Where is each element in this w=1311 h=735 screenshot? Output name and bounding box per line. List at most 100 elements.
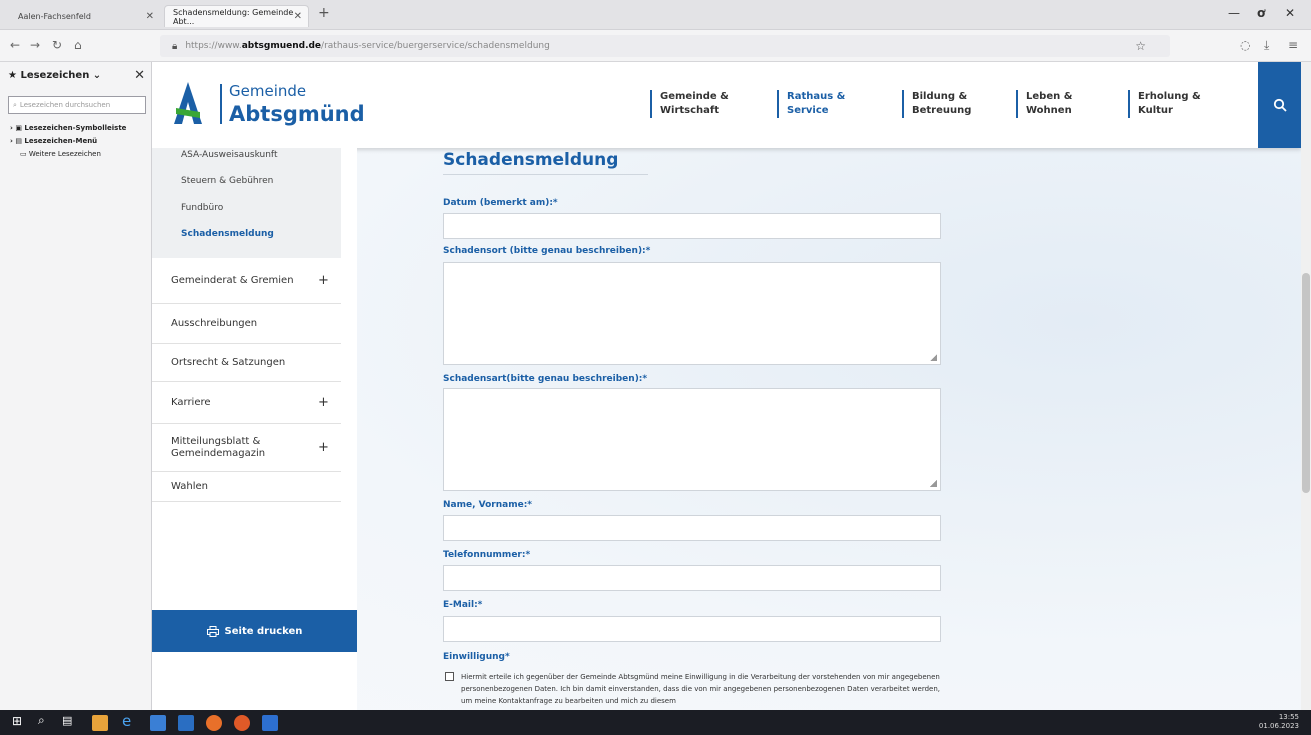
nav-leben-wohnen[interactable]: Leben & Wohnen xyxy=(1016,90,1072,118)
bookmark-folder-toolbar[interactable]: › ▣ Lesezeichen-Symbolleiste xyxy=(10,124,126,132)
window-close-icon[interactable]: ✕ xyxy=(1285,6,1295,20)
page-title: Schadensmeldung xyxy=(443,150,619,170)
bookmarks-search-input[interactable]: ⌕ Lesezeichen durchsuchen xyxy=(8,96,146,114)
subnav-buergerservice: ASA-Ausweisauskunft Steuern & Gebühren F… xyxy=(152,148,341,258)
firefox-icon[interactable] xyxy=(234,715,250,731)
tab-schadensmeldung[interactable]: Schadensmeldung: Gemeinde Abt... ✕ xyxy=(164,5,309,27)
nav-gemeinde-wirtschaft[interactable]: Gemeinde & Wirtschaft xyxy=(650,90,729,118)
subnav-item-steuern[interactable]: Steuern & Gebühren xyxy=(181,176,273,186)
url-path: /rathaus-service/buergerservice/schadens… xyxy=(321,41,550,51)
bookmark-label: Lesezeichen-Symbolleiste xyxy=(24,124,127,132)
clock[interactable]: 13:55 01.06.2023 xyxy=(1259,713,1299,731)
nav-erholung-kultur[interactable]: Erholung & Kultur xyxy=(1128,90,1201,118)
printer-icon xyxy=(206,625,219,637)
menu-label: Mitteilungsblatt & Gemeindemagazin xyxy=(171,435,266,459)
bookmarks-title: Lesezeichen xyxy=(20,70,90,81)
resize-handle-icon[interactable] xyxy=(930,480,937,487)
print-page-button[interactable]: Seite drucken xyxy=(152,610,357,652)
bookmark-star-icon[interactable]: ☆ xyxy=(1135,39,1146,53)
menu-gemeinderat[interactable]: Gemeinderat & Gremien + xyxy=(152,258,341,304)
task-view-icon[interactable]: ▤ xyxy=(62,714,78,730)
tab-bar: Aalen-Fachsenfeld ✕ Schadensmeldung: Gem… xyxy=(0,0,1311,30)
damage-type-textarea[interactable] xyxy=(443,388,941,491)
website: Gemeinde Abtsgmünd Gemeinde & Wirtschaft… xyxy=(152,62,1311,710)
taskbar: ⊞ ⌕ ▤ e 13:55 01.06.2023 xyxy=(0,710,1311,735)
forward-icon[interactable]: → xyxy=(30,38,40,52)
bookmark-folder-menu[interactable]: › ▤ Lesezeichen-Menü xyxy=(10,137,97,145)
damage-type-label: Schadensart(bitte genau beschreiben):* xyxy=(443,374,648,384)
phone-label: Telefonnummer:* xyxy=(443,550,531,560)
subnav-item-fundbuero[interactable]: Fundbüro xyxy=(181,203,223,213)
site-header: Gemeinde Abtsgmünd Gemeinde & Wirtschaft… xyxy=(152,62,1301,148)
scrollbar-thumb[interactable] xyxy=(1302,273,1310,493)
logo-icon[interactable] xyxy=(172,82,204,124)
nav-bar: ← → ↻ ⌂ 🔒︎ https://www. abtsgmuend.de/rat… xyxy=(0,30,1311,62)
bookmark-folder-other[interactable]: ▭ Weitere Lesezeichen xyxy=(20,150,101,158)
logo-divider xyxy=(220,84,222,124)
pocket-icon[interactable]: ◌ xyxy=(1240,38,1250,52)
consent-text: Hiermit erteile ich gegenüber der Gemein… xyxy=(461,673,940,705)
outlook-icon[interactable] xyxy=(178,715,194,731)
expand-plus-icon[interactable]: + xyxy=(318,440,329,455)
name-label: Name, Vorname:* xyxy=(443,500,533,510)
location-label: Schadensort (bitte genau beschreiben):* xyxy=(443,246,651,256)
minimize-icon[interactable]: — xyxy=(1228,6,1240,20)
expand-plus-icon[interactable]: + xyxy=(318,395,329,410)
menu-label: Karriere xyxy=(171,397,211,408)
edge-browser-icon[interactable]: e xyxy=(122,712,138,730)
reload-icon[interactable]: ↻ xyxy=(52,38,62,52)
tab-label: Aalen-Fachsenfeld xyxy=(18,11,91,21)
back-icon[interactable]: ← xyxy=(10,38,20,52)
url-domain: abtsgmuend.de xyxy=(241,41,322,51)
date-label: Datum (bemerkt am):* xyxy=(443,198,558,208)
tab-label: Schadensmeldung: Gemeinde Abt... xyxy=(173,7,294,26)
email-field[interactable] xyxy=(443,616,941,642)
nav-bildung-betreuung[interactable]: Bildung & Betreuung xyxy=(902,90,971,118)
menu-ausschreibungen[interactable]: Ausschreibungen xyxy=(152,304,341,344)
logo-text-abtsgmuend: Abtsgmünd xyxy=(229,102,365,126)
resize-handle-icon[interactable] xyxy=(930,354,937,361)
sidebar-close-icon[interactable]: ✕ xyxy=(134,68,145,83)
subnav-item-schadensmeldung[interactable]: Schadensmeldung xyxy=(181,229,274,239)
search-icon xyxy=(1273,98,1287,112)
location-textarea[interactable] xyxy=(443,262,941,365)
menu-wahlen[interactable]: Wahlen xyxy=(152,472,341,502)
tab-close-icon[interactable]: ✕ xyxy=(146,11,154,22)
bookmark-label: Weitere Lesezeichen xyxy=(28,150,101,158)
name-field[interactable] xyxy=(443,515,941,541)
date-field[interactable] xyxy=(443,213,941,239)
expand-plus-icon[interactable]: + xyxy=(318,273,329,288)
consent-checkbox[interactable] xyxy=(445,672,454,681)
menu-label: Wahlen xyxy=(171,481,208,492)
clock-time: 13:55 xyxy=(1278,713,1299,721)
windows-start-icon[interactable]: ⊞ xyxy=(12,714,28,730)
bookmark-label: Lesezeichen-Menü xyxy=(24,137,98,145)
url-bar[interactable]: 🔒︎ https://www. abtsgmuend.de/rathaus-ser… xyxy=(160,35,1170,57)
app-icon[interactable] xyxy=(262,715,278,731)
menu-label: Ausschreibungen xyxy=(171,318,258,329)
app-icon[interactable] xyxy=(206,715,222,731)
site-search-button[interactable] xyxy=(1258,62,1301,148)
menu-karriere[interactable]: Karriere + xyxy=(152,382,341,424)
new-tab-icon[interactable]: + xyxy=(318,5,330,21)
subnav-item-asa[interactable]: ASA-Ausweisauskunft xyxy=(181,150,277,160)
bookmarks-header[interactable]: ★ Lesezeichen ⌄ xyxy=(8,70,101,81)
download-icon[interactable]: ⤓ xyxy=(1264,38,1269,53)
app-icon[interactable] xyxy=(92,715,108,731)
home-icon[interactable]: ⌂ xyxy=(74,38,82,52)
logo-text-gemeinde: Gemeinde xyxy=(229,82,307,100)
title-divider xyxy=(443,174,648,175)
menu-mitteilungsblatt[interactable]: Mitteilungsblatt & Gemeindemagazin + xyxy=(152,424,341,472)
tab-close-icon[interactable]: ✕ xyxy=(294,11,302,22)
tab-aalen[interactable]: Aalen-Fachsenfeld ✕ xyxy=(10,5,160,27)
restore-icon[interactable]: ơ xyxy=(1257,6,1265,20)
menu-ortsrecht[interactable]: Ortsrecht & Satzungen xyxy=(152,344,341,382)
nav-rathaus-service[interactable]: Rathaus & Service xyxy=(777,90,845,118)
menu-label: Gemeinderat & Gremien xyxy=(171,275,294,286)
store-icon[interactable] xyxy=(150,715,166,731)
bookmarks-sidebar: ★ Lesezeichen ⌄ ✕ ⌕ Lesezeichen durchsuc… xyxy=(0,62,152,710)
search-icon[interactable]: ⌕ xyxy=(38,713,54,729)
menu-icon[interactable]: ≡ xyxy=(1288,38,1298,52)
phone-field[interactable] xyxy=(443,565,941,591)
search-icon: ⌕ xyxy=(13,100,17,109)
